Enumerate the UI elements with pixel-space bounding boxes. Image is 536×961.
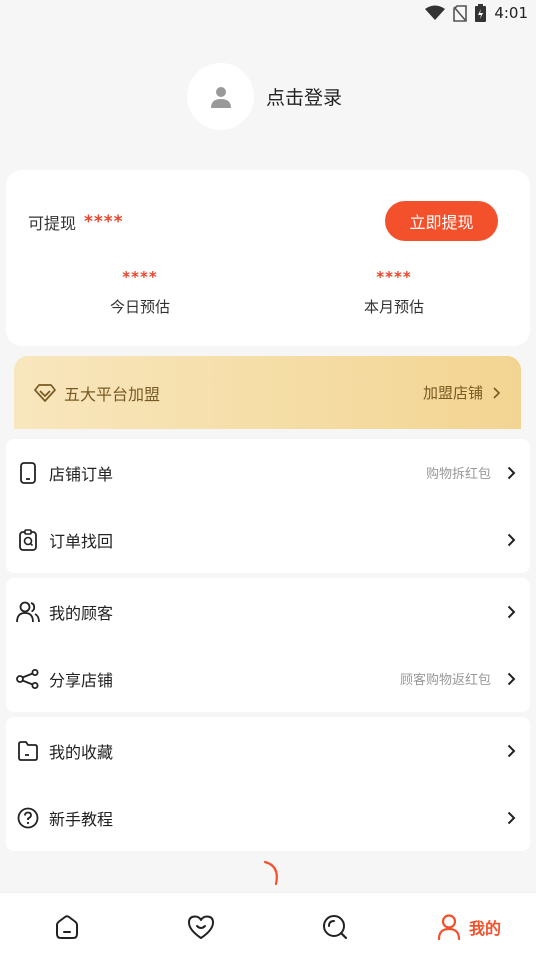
chevron-right-icon (493, 386, 501, 399)
tab-home[interactable] (0, 893, 134, 961)
month-estimate: **** 本月预估 (324, 268, 464, 317)
user-icon (437, 914, 461, 940)
battery-icon (475, 4, 487, 22)
folder-icon (16, 739, 40, 763)
menu-item-store-orders[interactable]: 店铺订单 购物拆红包 (6, 439, 530, 506)
wallet-card: 可提现 **** 立即提现 **** 今日预估 **** 本月预估 (6, 170, 530, 346)
today-estimate-value: **** (122, 268, 158, 286)
users-icon (16, 600, 40, 624)
chevron-right-icon (507, 605, 516, 618)
menu-hint: 顾客购物返红包 (399, 673, 491, 688)
search-icon (323, 915, 348, 940)
login-entry[interactable]: 点击登录 (187, 63, 342, 130)
withdraw-button[interactable]: 立即提现 (385, 201, 498, 241)
menu-item-my-favorites[interactable]: 我的收藏 (6, 717, 530, 784)
chevron-right-icon (507, 466, 516, 479)
menu-label: 新手教程 (49, 809, 114, 829)
diamond-icon (34, 383, 56, 402)
chevron-right-icon (507, 533, 516, 546)
chevron-right-icon (507, 672, 516, 685)
month-estimate-label: 本月预估 (363, 298, 424, 316)
status-bar: 4:01 (0, 0, 536, 26)
no-sim-icon (453, 4, 468, 22)
menu-group-orders: 店铺订单 购物拆红包 订单找回 (6, 439, 530, 573)
tab-mine[interactable]: 我的 (402, 893, 536, 961)
chevron-right-icon (507, 744, 516, 757)
home-icon (56, 915, 78, 939)
menu-label: 我的收藏 (49, 742, 114, 762)
clock: 4:01 (494, 4, 528, 22)
share-icon (16, 667, 40, 691)
user-icon (210, 86, 231, 108)
month-estimate-value: **** (376, 268, 412, 286)
login-label[interactable]: 点击登录 (266, 83, 342, 110)
tab-mine-label: 我的 (468, 919, 501, 938)
menu-item-share-store[interactable]: 分享店铺 顾客购物返红包 (6, 645, 530, 712)
vip-banner[interactable]: 五大平台加盟 加盟店铺 (14, 356, 521, 429)
heart-icon (188, 915, 214, 939)
join-store-link[interactable]: 加盟店铺 (423, 382, 501, 403)
menu-group-customers: 我的顾客 分享店铺 顾客购物返红包 (6, 578, 530, 712)
withdrawable-label: 可提现 (28, 214, 77, 233)
menu-label: 我的顾客 (49, 603, 114, 623)
loading-spinner-icon (263, 860, 278, 886)
withdrawable-value: **** (84, 212, 124, 232)
menu-group-help: 我的收藏 新手教程 (6, 717, 530, 851)
bottom-tab-bar: 我的 (0, 892, 536, 961)
menu-item-order-recovery[interactable]: 订单找回 (6, 506, 530, 573)
tab-favorites[interactable] (134, 893, 268, 961)
phone-icon (16, 461, 40, 485)
menu-item-my-customers[interactable]: 我的顾客 (6, 578, 530, 645)
menu-item-tutorial[interactable]: 新手教程 (6, 784, 530, 851)
help-icon (16, 806, 40, 830)
today-estimate: **** 今日预估 (70, 268, 210, 317)
menu-label: 店铺订单 (49, 464, 114, 484)
avatar[interactable] (187, 63, 254, 130)
withdrawable-row: 可提现 **** (28, 210, 124, 234)
menu-label: 订单找回 (49, 531, 114, 551)
tab-search[interactable] (268, 893, 402, 961)
join-store-label: 加盟店铺 (422, 384, 483, 402)
today-estimate-label: 今日预估 (109, 298, 170, 316)
menu-hint: 购物拆红包 (425, 467, 491, 482)
menu-label: 分享店铺 (49, 670, 114, 690)
clipboard-search-icon (16, 528, 40, 552)
wifi-icon (425, 5, 446, 20)
chevron-right-icon (507, 811, 516, 824)
vip-title: 五大平台加盟 (64, 384, 161, 404)
